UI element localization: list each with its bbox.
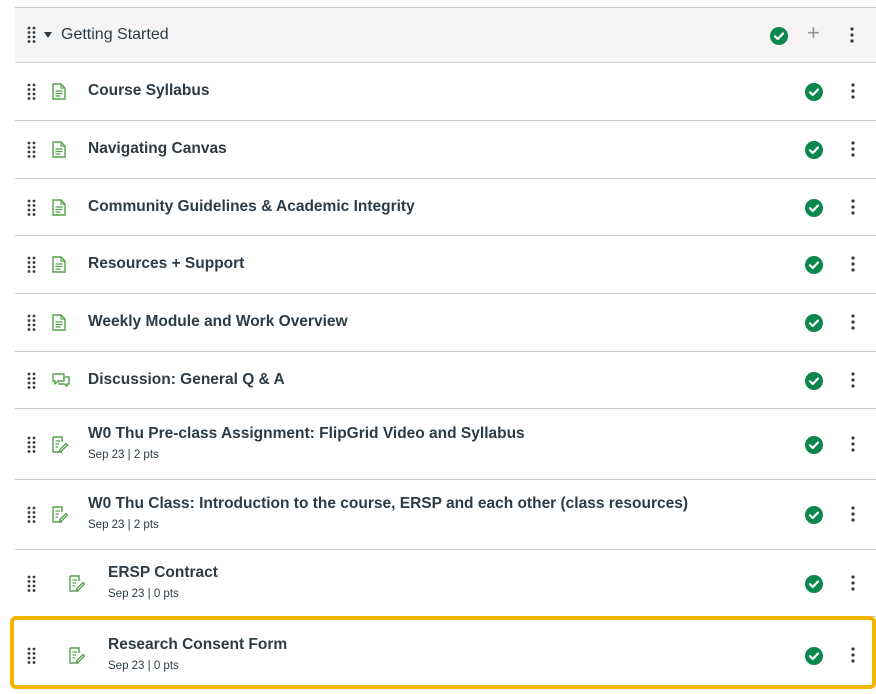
module-item-row[interactable]: Resources + Support [15,236,876,294]
module-header[interactable]: Getting Started + [15,7,876,63]
published-check-icon[interactable] [805,198,823,222]
add-item-plus-icon[interactable]: + [807,22,820,44]
drag-handle-icon[interactable] [27,83,37,106]
drag-handle-icon[interactable] [27,26,37,49]
item-kebab-menu-icon[interactable] [850,435,856,458]
assignment-icon [69,574,86,597]
page-icon [52,256,66,278]
highlight-box [10,616,876,689]
module-item-title[interactable]: Course Syllabus [88,82,209,100]
published-check-icon[interactable] [805,435,823,459]
drag-handle-icon[interactable] [27,256,37,279]
drag-handle-icon[interactable] [27,372,37,395]
item-kebab-menu-icon[interactable] [850,574,856,597]
item-kebab-menu-icon[interactable] [850,313,856,336]
item-kebab-menu-icon[interactable] [850,82,856,105]
module-item-row[interactable]: W0 Thu Pre-class Assignment: FlipGrid Vi… [15,409,876,480]
published-check-icon[interactable] [805,141,823,164]
published-check-icon[interactable] [770,27,788,50]
module-item-meta: Sep 23 | 2 pts [88,519,159,531]
item-kebab-menu-icon[interactable] [850,505,856,528]
module-getting-started: Getting Started + Course Syllabus Navigat… [15,7,876,694]
drag-handle-icon[interactable] [27,314,37,337]
module-item-row[interactable]: Course Syllabus [15,63,876,121]
drag-handle-icon[interactable] [27,141,37,164]
page-icon [52,198,66,221]
module-title[interactable]: Getting Started [61,26,169,44]
page-icon [52,314,66,336]
module-item-row[interactable]: Discussion: General Q & A [15,352,876,409]
published-check-icon[interactable] [805,574,823,598]
drag-handle-icon[interactable] [27,436,37,459]
module-item-title[interactable]: Resources + Support [88,255,244,273]
published-check-icon[interactable] [805,371,823,395]
item-kebab-menu-icon[interactable] [850,255,856,278]
drag-handle-icon[interactable] [27,506,37,529]
published-check-icon[interactable] [805,314,823,337]
assignment-icon [52,506,69,528]
module-item-row[interactable]: Weekly Module and Work Overview [15,294,876,352]
page-icon [52,83,66,105]
module-item-row[interactable]: Navigating Canvas [15,121,876,179]
module-item-title[interactable]: Community Guidelines & Academic Integrit… [88,198,415,216]
module-item-row[interactable]: Community Guidelines & Academic Integrit… [15,179,876,236]
module-item-title[interactable]: Discussion: General Q & A [88,371,285,389]
drag-handle-icon[interactable] [27,575,37,598]
published-check-icon[interactable] [805,256,823,279]
module-kebab-menu-icon[interactable] [849,26,855,49]
module-item-meta: Sep 23 | 0 pts [108,587,179,600]
page-icon [52,141,66,163]
module-item-row[interactable]: W0 Thu Class: Introduction to the course… [15,480,876,550]
item-kebab-menu-icon[interactable] [850,198,856,221]
published-check-icon[interactable] [805,506,823,529]
module-item-title[interactable]: W0 Thu Pre-class Assignment: FlipGrid Vi… [88,425,525,443]
module-item-title[interactable]: Weekly Module and Work Overview [88,313,348,331]
item-kebab-menu-icon[interactable] [850,371,856,394]
collapse-caret-icon[interactable] [44,32,52,38]
assignment-icon [52,435,69,458]
published-check-icon[interactable] [805,83,823,106]
module-item-title[interactable]: ERSP Contract [108,564,218,582]
module-item-row[interactable]: ERSP Contract Sep 23 | 0 pts [15,550,876,617]
module-item-title[interactable]: Navigating Canvas [88,140,227,158]
discussion-icon [52,372,70,393]
module-item-title[interactable]: W0 Thu Class: Introduction to the course… [88,495,688,513]
item-kebab-menu-icon[interactable] [850,140,856,163]
drag-handle-icon[interactable] [27,199,37,222]
module-item-meta: Sep 23 | 2 pts [88,448,159,461]
